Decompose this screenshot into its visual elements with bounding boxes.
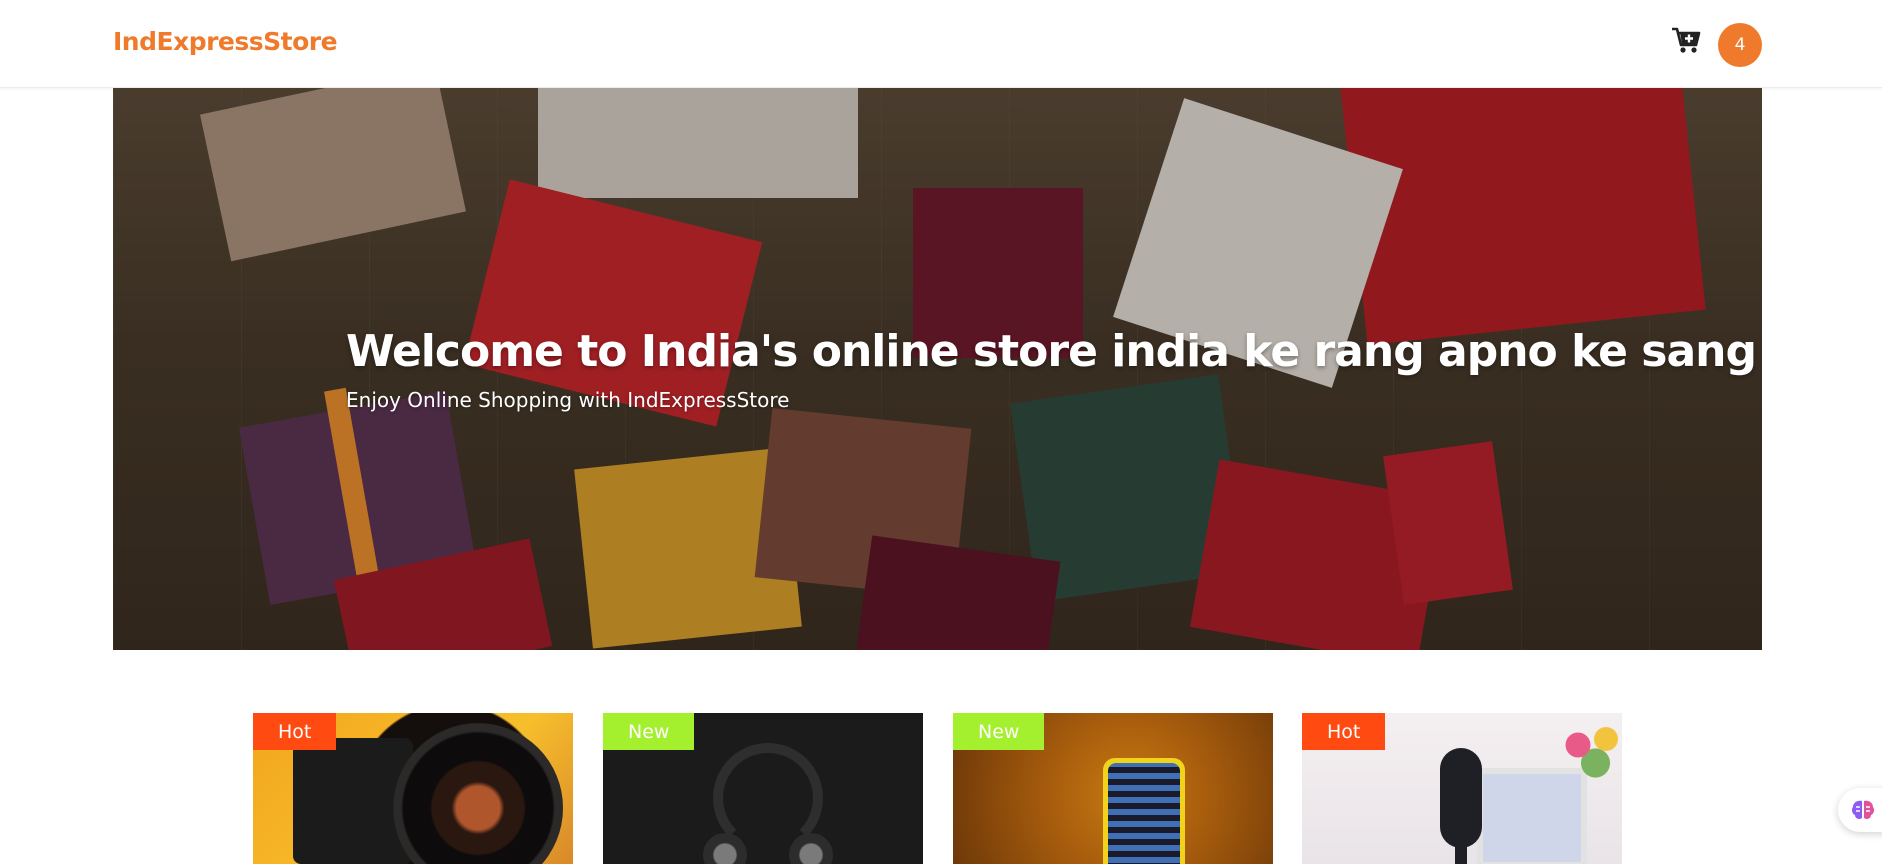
cart-count-badge[interactable]: 4: [1718, 23, 1762, 67]
hero-banner: Welcome to India's online store india ke…: [113, 88, 1762, 650]
hero-title: Welcome to India's online store india ke…: [346, 326, 1757, 377]
laptop-screen: [1477, 768, 1587, 864]
microphone-body: [1440, 748, 1482, 848]
product-tag-badge: New: [603, 713, 695, 750]
hero-subtitle: Enjoy Online Shopping with IndExpressSto…: [346, 388, 790, 412]
product-tag-badge: New: [953, 713, 1045, 750]
phone-frame: [1103, 758, 1185, 864]
brain-icon: [1851, 800, 1875, 819]
product-card-microphone[interactable]: Hot: [1302, 713, 1622, 864]
cart-plus-icon[interactable]: [1671, 26, 1701, 54]
phone-screen: [1108, 763, 1180, 864]
product-card-smartphone[interactable]: New: [953, 713, 1273, 864]
top-navbar: IndExpressStore 4: [0, 0, 1882, 88]
product-tag-badge: Hot: [253, 713, 337, 750]
product-tag-badge: Hot: [1302, 713, 1386, 750]
headphone-right-cup: [789, 833, 833, 864]
camera-lens: [393, 723, 563, 864]
brand-logo-link[interactable]: IndExpressStore: [113, 27, 338, 56]
product-card-headphones[interactable]: New: [603, 713, 923, 864]
product-card-camera[interactable]: Hot: [253, 713, 573, 864]
floating-assistant-widget[interactable]: [1838, 788, 1882, 832]
microphone-stand: [1455, 843, 1467, 864]
flowers: [1557, 721, 1622, 781]
